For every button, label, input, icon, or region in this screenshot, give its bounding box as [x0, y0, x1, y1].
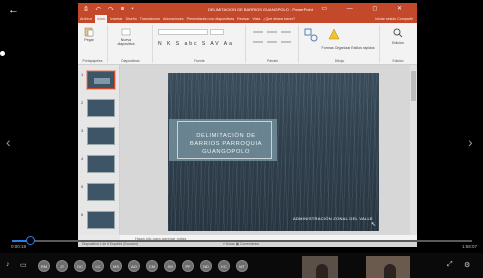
- next-icon[interactable]: ›: [468, 134, 473, 150]
- paragraph-icon[interactable]: [251, 29, 295, 51]
- paste-button[interactable]: Pegar: [82, 27, 96, 42]
- slide-thumbnail[interactable]: 1: [81, 71, 115, 89]
- group-drawing: Formas Organizar Estilos rápidos Dibujo: [300, 25, 380, 63]
- participant-video[interactable]: [366, 256, 410, 278]
- new-slide-button[interactable]: Nueva diapositiva: [115, 27, 137, 46]
- participant-avatar[interactable]: CM: [146, 260, 158, 272]
- slide-thumbnail[interactable]: 2: [81, 99, 115, 117]
- sign-in-share[interactable]: Iniciar sesión Compartir: [375, 15, 413, 23]
- slide-number: 5: [81, 184, 84, 189]
- paste-icon: [84, 27, 94, 37]
- participant-bar: ♪ ▭ ⤢ ⚙ RM JT DC LC MS AO CM JM PF ND KC MT: [0, 253, 483, 278]
- slide-subtitle: ADMINISTRACIÓN ZONAL DEL VALLE: [293, 216, 373, 221]
- slide-number: 3: [81, 128, 84, 133]
- total-time: 1:58:07: [461, 244, 477, 249]
- settings-icon[interactable]: ⚙: [464, 261, 470, 269]
- video-player: ← ‹ › ⎙ ↶ ↷ ⊞ ▾ DELIMITACION DE BARRIOS …: [0, 0, 483, 278]
- group-label: Portapapeles: [82, 59, 103, 63]
- titlebar: ⎙ ↶ ↷ ⊞ ▾ DELIMITACION DE BARRIOS GUANGP…: [78, 3, 417, 15]
- search-icon[interactable]: [393, 28, 403, 38]
- group-font: N K S abc S AV Aa Fuente: [154, 25, 246, 63]
- current-time: 0:00:19: [11, 244, 27, 249]
- participant-avatar[interactable]: RM: [38, 260, 50, 272]
- slide-thumbnail[interactable]: 5: [81, 183, 115, 201]
- participant-avatar[interactable]: DC: [74, 260, 86, 272]
- group-label: Fuente: [194, 59, 205, 63]
- cursor-icon: ↖: [370, 222, 376, 228]
- edit-button[interactable]: Edición: [383, 41, 413, 45]
- participant-avatar[interactable]: JT: [56, 260, 68, 272]
- format-buttons[interactable]: N K S abc S AV Aa: [158, 41, 234, 47]
- title-box[interactable]: DELIMITACIÓN DE BARRIOS PARROQUIA GUANGO…: [169, 119, 277, 161]
- participant-avatar[interactable]: LC: [92, 260, 104, 272]
- group-slides: Nueva diapositiva Diapositivas: [109, 25, 153, 63]
- status-right[interactable]: ≡ Notas ▣ Comentarios: [223, 242, 259, 247]
- tab-revisar[interactable]: Revisar: [237, 15, 249, 23]
- slide-number: 1: [81, 72, 84, 77]
- participant-avatar[interactable]: ND: [200, 260, 212, 272]
- group-label: Diapositivas: [121, 59, 140, 63]
- title-frame: DELIMITACIÓN DE BARRIOS PARROQUIA GUANGO…: [177, 121, 272, 159]
- back-arrow-icon[interactable]: ←: [8, 4, 19, 16]
- previous-icon[interactable]: ‹: [6, 134, 11, 150]
- ribbon: Pegar Portapapeles Nueva diapositiva Dia…: [78, 23, 417, 65]
- participant-avatar[interactable]: AO: [128, 260, 140, 272]
- tab-presentacion[interactable]: Presentación con diapositivas: [187, 15, 235, 23]
- font-name-select[interactable]: [158, 29, 208, 35]
- new-slide-icon: [121, 28, 131, 36]
- group-label: Dibujo: [334, 59, 345, 63]
- quick-styles-button[interactable]: Estilos rápidos: [350, 46, 376, 50]
- quick-access-toolbar[interactable]: ⎙ ↶ ↷ ⊞ ▾: [84, 6, 137, 12]
- window-buttons[interactable]: ▭ — ◻ ✕: [321, 5, 411, 12]
- slide-thumbnail[interactable]: 6: [81, 211, 115, 229]
- group-paragraph: Párrafo: [247, 25, 299, 63]
- tab-transiciones[interactable]: Transiciones: [140, 15, 160, 23]
- slide-thumbnails-pane: 1 2 3 4 5 6: [78, 65, 120, 235]
- group-label: Edición: [392, 59, 404, 63]
- group-label: Párrafo: [266, 59, 279, 63]
- group-editing: Edición Edición: [381, 25, 415, 63]
- tell-me-box[interactable]: ¿Qué desea hacer?: [263, 15, 295, 23]
- slide-number: 2: [81, 100, 84, 105]
- slide-title: DELIMITACIÓN DE BARRIOS PARROQUIA GUANGO…: [189, 133, 263, 155]
- progress-knob[interactable]: [26, 236, 36, 245]
- participant-video[interactable]: [302, 256, 338, 278]
- slide-number: 6: [81, 212, 84, 217]
- participant-avatar[interactable]: KC: [218, 260, 230, 272]
- slide-thumbnail[interactable]: 3: [81, 127, 115, 145]
- participant-avatar[interactable]: MT: [236, 260, 248, 272]
- group-clipboard: Pegar Portapapeles: [78, 25, 108, 63]
- powerpoint-window: ⎙ ↶ ↷ ⊞ ▾ DELIMITACION DE BARRIOS GUANGP…: [78, 3, 417, 247]
- tab-animaciones[interactable]: Animaciones: [163, 15, 184, 23]
- video-progress-bar[interactable]: [12, 240, 472, 242]
- arrange-icon[interactable]: [328, 28, 340, 40]
- fullscreen-icon[interactable]: ⤢: [447, 261, 453, 269]
- current-slide[interactable]: DELIMITACIÓN DE BARRIOS PARROQUIA GUANGO…: [168, 73, 379, 231]
- font-size-select[interactable]: [210, 29, 224, 35]
- ribbon-tabs: Archivo Inicio Insertar Diseño Transicio…: [78, 15, 417, 23]
- arrange-button[interactable]: Formas Organizar: [318, 46, 354, 50]
- camera-icon[interactable]: ▭: [20, 261, 27, 269]
- tab-insertar[interactable]: Insertar: [110, 15, 122, 23]
- scrollbar-thumb[interactable]: [411, 71, 416, 101]
- tab-archivo[interactable]: Archivo: [80, 15, 92, 23]
- tab-inicio[interactable]: Inicio: [94, 15, 108, 23]
- window-title: DELIMITACION DE BARRIOS GUANGPOLO - Powe…: [208, 7, 313, 12]
- indicator-dot: [0, 51, 5, 56]
- slide-canvas: DELIMITACIÓN DE BARRIOS PARROQUIA GUANGO…: [120, 65, 410, 235]
- vertical-scrollbar[interactable]: [410, 65, 417, 235]
- participant-avatar[interactable]: JM: [164, 260, 176, 272]
- status-bar: Diapositiva 1 de 6 Español (Ecuador) ≡ N…: [78, 242, 417, 247]
- tab-diseno[interactable]: Diseño: [126, 15, 137, 23]
- shapes-icon[interactable]: [304, 28, 318, 42]
- participant-avatar[interactable]: MS: [110, 260, 122, 272]
- microphone-icon[interactable]: ♪: [6, 261, 10, 268]
- slide-number: 4: [81, 156, 84, 161]
- tab-vista[interactable]: Vista: [252, 15, 260, 23]
- participant-avatar[interactable]: PF: [182, 260, 194, 272]
- slide-thumbnail[interactable]: 4: [81, 155, 115, 173]
- slide-info: Diapositiva 1 de 6 Español (Ecuador): [82, 242, 138, 246]
